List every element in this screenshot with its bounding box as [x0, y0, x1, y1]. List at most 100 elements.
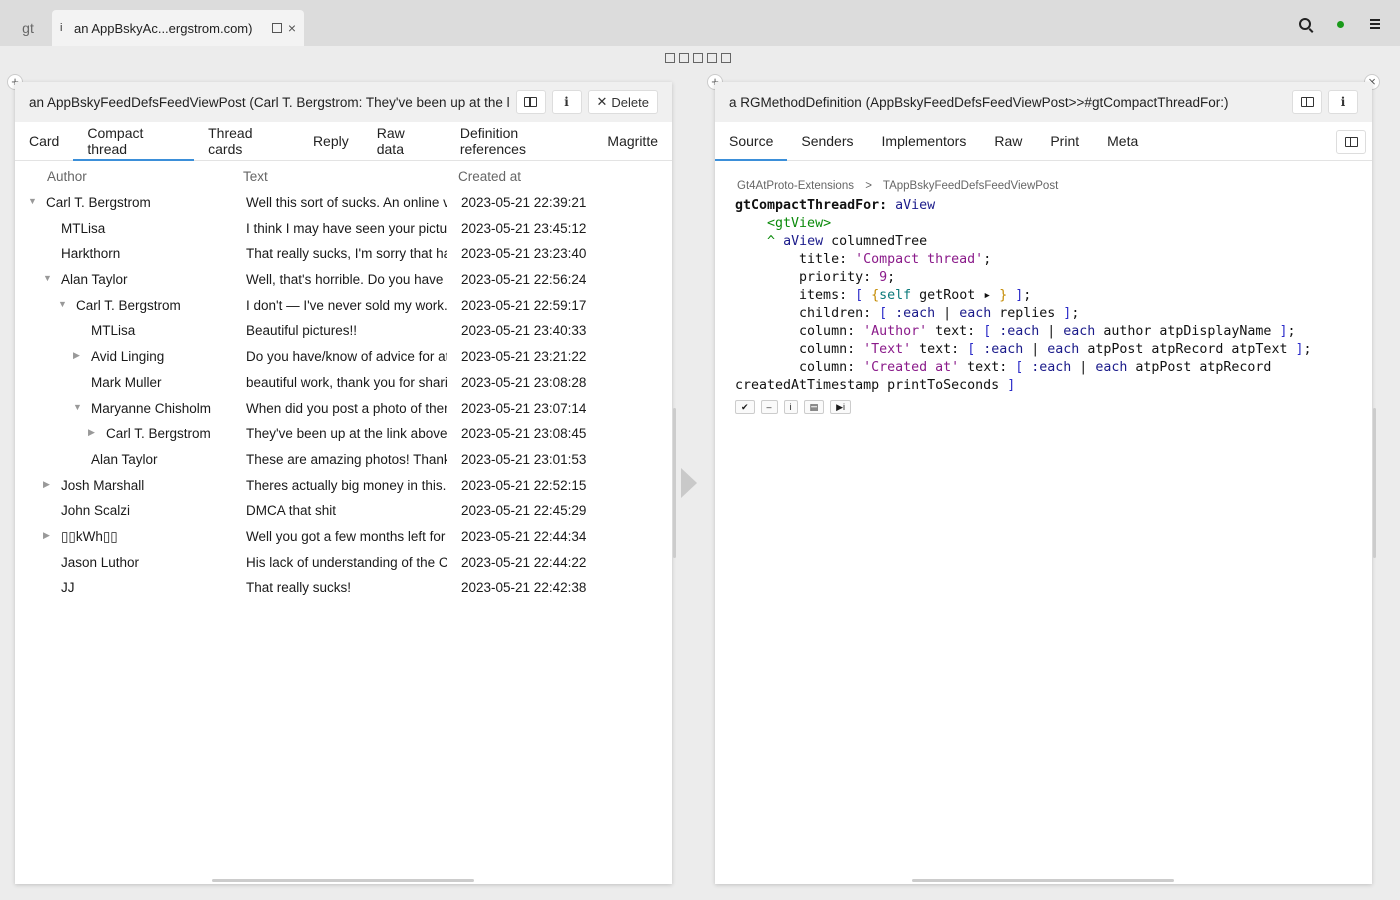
- row-text: His lack of understanding of the Copyrig…: [246, 554, 447, 570]
- pager-square-icon[interactable]: [665, 53, 675, 63]
- accept-icon[interactable]: ✔: [735, 400, 755, 414]
- collapse-triangle-icon[interactable]: ▼: [43, 273, 52, 283]
- breadcrumb-package[interactable]: Gt4AtProto-Extensions: [737, 180, 854, 192]
- horizontal-scrollbar[interactable]: [912, 879, 1174, 882]
- row-created-at: 2023-05-21 23:01:53: [461, 451, 587, 467]
- row-created-at: 2023-05-21 23:21:22: [461, 349, 587, 365]
- code-line: createdAtTimestamp printToSeconds ]: [735, 378, 1016, 393]
- code-line: items: [ {self getRoot ▸ } ];: [735, 288, 1032, 303]
- collapse-triangle-icon[interactable]: ▼: [28, 196, 37, 206]
- table-row[interactable]: ▶ ▯▯kWh▯▯ Well you got a few months left f…: [15, 524, 672, 550]
- table-row[interactable]: ▼ Maryanne Chisholm When did you post a ph…: [15, 396, 672, 422]
- table-row[interactable]: Harkthorn That really sucks, I'm sorry th…: [15, 241, 672, 267]
- table-row[interactable]: MTLisa I think I may have seen your pictu…: [15, 216, 672, 242]
- minus-icon[interactable]: –: [760, 400, 778, 414]
- tab-thread-cards[interactable]: Thread cards: [194, 122, 299, 160]
- tab-card[interactable]: Card: [15, 122, 73, 160]
- expand-triangle-icon[interactable]: ▶: [43, 530, 50, 541]
- inspect-icon[interactable]: i: [783, 400, 798, 414]
- table-row[interactable]: ▶ Carl T. Bergstrom They've been up at the…: [15, 421, 672, 447]
- tab-close-button[interactable]: ×: [288, 20, 296, 36]
- column-headers: Author Text Created at: [15, 162, 672, 190]
- inspector-pane-left: an AppBskyFeedDefsFeedViewPost (Carl T. …: [15, 82, 672, 884]
- inspect-button[interactable]: i: [1328, 90, 1358, 114]
- tab-senders[interactable]: Senders: [787, 122, 867, 160]
- tab-raw[interactable]: Raw: [980, 122, 1036, 160]
- pager-square-icon[interactable]: [707, 53, 717, 63]
- view-tabs: Source Senders Implementors Raw Print Meta: [715, 122, 1372, 161]
- collapse-triangle-icon[interactable]: ▼: [73, 402, 82, 412]
- top-bar: gt i an AppBskyAc...ergstrom.com) ×: [0, 0, 1400, 46]
- horizontal-scrollbar[interactable]: [212, 879, 474, 882]
- row-text: That really sucks, I'm sorry that happen…: [246, 246, 447, 262]
- column-header-text[interactable]: Text: [243, 169, 268, 184]
- browse-button[interactable]: [1292, 90, 1322, 114]
- row-author: MTLisa: [91, 323, 136, 339]
- row-author: JJ: [61, 580, 75, 596]
- row-author: Carl T. Bergstrom: [106, 426, 211, 442]
- inspect-button[interactable]: i: [551, 90, 582, 114]
- menu-icon[interactable]: [1370, 19, 1380, 29]
- row-text: When did you post a photo of them: [246, 400, 447, 416]
- row-author: Harkthorn: [61, 246, 121, 262]
- collapse-triangle-icon[interactable]: ▼: [58, 299, 67, 309]
- pager-square-icon[interactable]: [721, 53, 731, 63]
- vertical-scrollbar[interactable]: [1373, 408, 1376, 558]
- clipboard-icon[interactable]: ▤: [803, 400, 825, 414]
- table-row[interactable]: Mark Muller beautiful work, thank you for…: [15, 370, 672, 396]
- tab-implementors[interactable]: Implementors: [868, 122, 981, 160]
- delete-button[interactable]: ✕ Delete: [587, 90, 658, 114]
- table-row[interactable]: MTLisa Beautiful pictures!! 2023-05-21 23:…: [15, 318, 672, 344]
- expand-triangle-icon[interactable]: ▶: [73, 350, 80, 361]
- row-created-at: 2023-05-21 23:08:28: [461, 374, 587, 390]
- browse-source-button[interactable]: [1336, 130, 1366, 154]
- tab-print[interactable]: Print: [1036, 122, 1093, 160]
- table-row[interactable]: Jason Luthor His lack of understanding of…: [15, 550, 672, 576]
- pane-title: a RGMethodDefinition (AppBskyFeedDefsFee…: [729, 94, 1229, 110]
- tab-meta[interactable]: Meta: [1093, 122, 1152, 160]
- browse-button[interactable]: [515, 90, 546, 114]
- table-row[interactable]: John Scalzi DMCA that shit 2023-05-21 22:4…: [15, 498, 672, 524]
- tab-compact-thread[interactable]: Compact thread: [73, 122, 194, 161]
- source-code-editor[interactable]: gtCompactThreadFor: aView <gtView> ^ aVi…: [735, 197, 1312, 395]
- view-tabs: Card Compact thread Thread cards Reply Raw d…: [15, 122, 672, 161]
- search-icon[interactable]: [1299, 18, 1311, 30]
- tab-magritte[interactable]: Magritte: [593, 122, 672, 160]
- table-row[interactable]: ▼ Alan Taylor Well, that's horrible. Do yo…: [15, 267, 672, 293]
- pager-square-icon[interactable]: [693, 53, 703, 63]
- row-author: Alan Taylor: [61, 272, 128, 288]
- table-row[interactable]: ▼ Carl T. Bergstrom I don't — I've never s…: [15, 293, 672, 319]
- maximize-icon[interactable]: [271, 23, 282, 33]
- tab-source[interactable]: Source: [715, 122, 788, 161]
- pane-header: an AppBskyFeedDefsFeedViewPost (Carl T. …: [15, 82, 672, 122]
- expand-triangle-icon[interactable]: ▶: [88, 427, 95, 438]
- table-row[interactable]: Alan Taylor These are amazing photos! Tha…: [15, 447, 672, 473]
- home-button[interactable]: gt: [8, 10, 48, 46]
- row-text: That really sucks!: [246, 580, 352, 596]
- vertical-scrollbar[interactable]: [673, 408, 676, 558]
- breadcrumb-class[interactable]: TAppBskyFeedDefsFeedViewPost: [883, 180, 1058, 192]
- pane-pager[interactable]: [665, 53, 731, 63]
- expand-arrow-icon[interactable]: [681, 468, 697, 498]
- tab-definition-references[interactable]: Definition references: [446, 122, 594, 160]
- row-created-at: 2023-05-21 22:42:38: [461, 580, 587, 596]
- expand-triangle-icon[interactable]: ▶: [43, 479, 50, 490]
- table-row[interactable]: ▶ Josh Marshall Theres actually big money …: [15, 473, 672, 499]
- row-created-at: 2023-05-21 23:23:40: [461, 246, 587, 262]
- column-header-created[interactable]: Created at: [458, 169, 521, 184]
- row-text: DMCA that shit: [246, 503, 337, 519]
- table-row[interactable]: ▼ Carl T. Bergstrom Well this sort of suck…: [15, 190, 672, 216]
- run-inspect-icon[interactable]: ▶i: [830, 400, 851, 414]
- window-tab[interactable]: i an AppBskyAc...ergstrom.com) ×: [52, 10, 304, 46]
- tab-reply[interactable]: Reply: [299, 122, 363, 160]
- table-row[interactable]: JJ That really sucks! 2023-05-21 22:42:38: [15, 575, 672, 601]
- code-line: gtCompactThreadFor: aView: [735, 198, 936, 213]
- column-header-author[interactable]: Author: [47, 169, 87, 184]
- table-row[interactable]: ▶ Avid Linging Do you have/know of advice …: [15, 344, 672, 370]
- tab-raw-data[interactable]: Raw data: [363, 122, 446, 160]
- row-created-at: 2023-05-21 22:44:22: [461, 554, 587, 570]
- row-created-at: 2023-05-21 23:07:14: [461, 400, 587, 416]
- pager-square-icon[interactable]: [679, 53, 689, 63]
- row-text: beautiful work, thank you for sharing: [246, 374, 447, 390]
- row-text: I think I may have seen your pictures: [246, 220, 447, 236]
